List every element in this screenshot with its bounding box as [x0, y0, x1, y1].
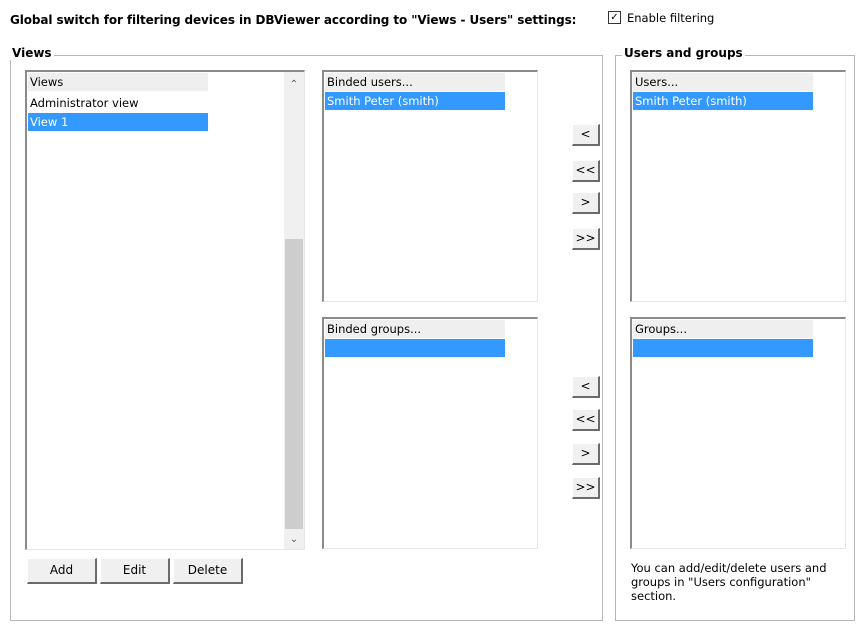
add-button[interactable]: Add	[27, 558, 97, 584]
views-listbox[interactable]: Views Administrator view View 1 ⌃ ⌄	[25, 70, 305, 550]
add-all-users-button[interactable]: >>	[572, 228, 600, 250]
enable-filtering-label[interactable]: Enable filtering	[627, 11, 714, 25]
list-item-selected[interactable]: Smith Peter (smith)	[325, 92, 505, 110]
views-list-header: Views	[28, 73, 208, 91]
remove-user-button[interactable]: <	[572, 124, 600, 146]
list-item-selected[interactable]	[325, 339, 505, 357]
users-list-header: Users...	[633, 73, 813, 91]
users-and-groups-title: Users and groups	[622, 46, 745, 60]
list-item-selected[interactable]: Smith Peter (smith)	[633, 92, 813, 110]
edit-button[interactable]: Edit	[100, 558, 170, 584]
views-scrollbar[interactable]: ⌃ ⌄	[284, 72, 304, 549]
delete-button[interactable]: Delete	[173, 558, 243, 584]
groups-listbox[interactable]: Groups...	[630, 317, 846, 549]
views-group-title: Views	[10, 46, 54, 60]
list-item-selected[interactable]	[633, 339, 813, 357]
add-all-groups-button[interactable]: >>	[572, 477, 600, 499]
remove-all-groups-button[interactable]: <<	[572, 409, 600, 431]
chevron-up-icon[interactable]: ⌃	[284, 76, 304, 93]
checkmark-icon: ✓	[610, 11, 619, 23]
global-switch-label: Global switch for filtering devices in D…	[10, 13, 577, 27]
binded-groups-header: Binded groups...	[325, 320, 505, 338]
users-listbox[interactable]: Users... Smith Peter (smith)	[630, 70, 846, 302]
chevron-down-icon[interactable]: ⌄	[284, 531, 304, 548]
remove-group-button[interactable]: <	[572, 376, 600, 398]
add-user-button[interactable]: >	[572, 192, 600, 214]
binded-users-listbox[interactable]: Binded users... Smith Peter (smith)	[322, 70, 538, 302]
scroll-thumb[interactable]	[285, 239, 303, 529]
binded-groups-listbox[interactable]: Binded groups...	[322, 317, 538, 549]
list-item[interactable]: Administrator view	[28, 94, 208, 112]
binded-users-header: Binded users...	[325, 73, 505, 91]
enable-filtering-checkbox[interactable]: ✓	[608, 11, 621, 24]
remove-all-users-button[interactable]: <<	[572, 160, 600, 182]
list-item-selected[interactable]: View 1	[28, 113, 208, 131]
users-configuration-info: You can add/edit/delete users and groups…	[631, 561, 827, 603]
groups-list-header: Groups...	[633, 320, 813, 338]
add-group-button[interactable]: >	[572, 443, 600, 465]
